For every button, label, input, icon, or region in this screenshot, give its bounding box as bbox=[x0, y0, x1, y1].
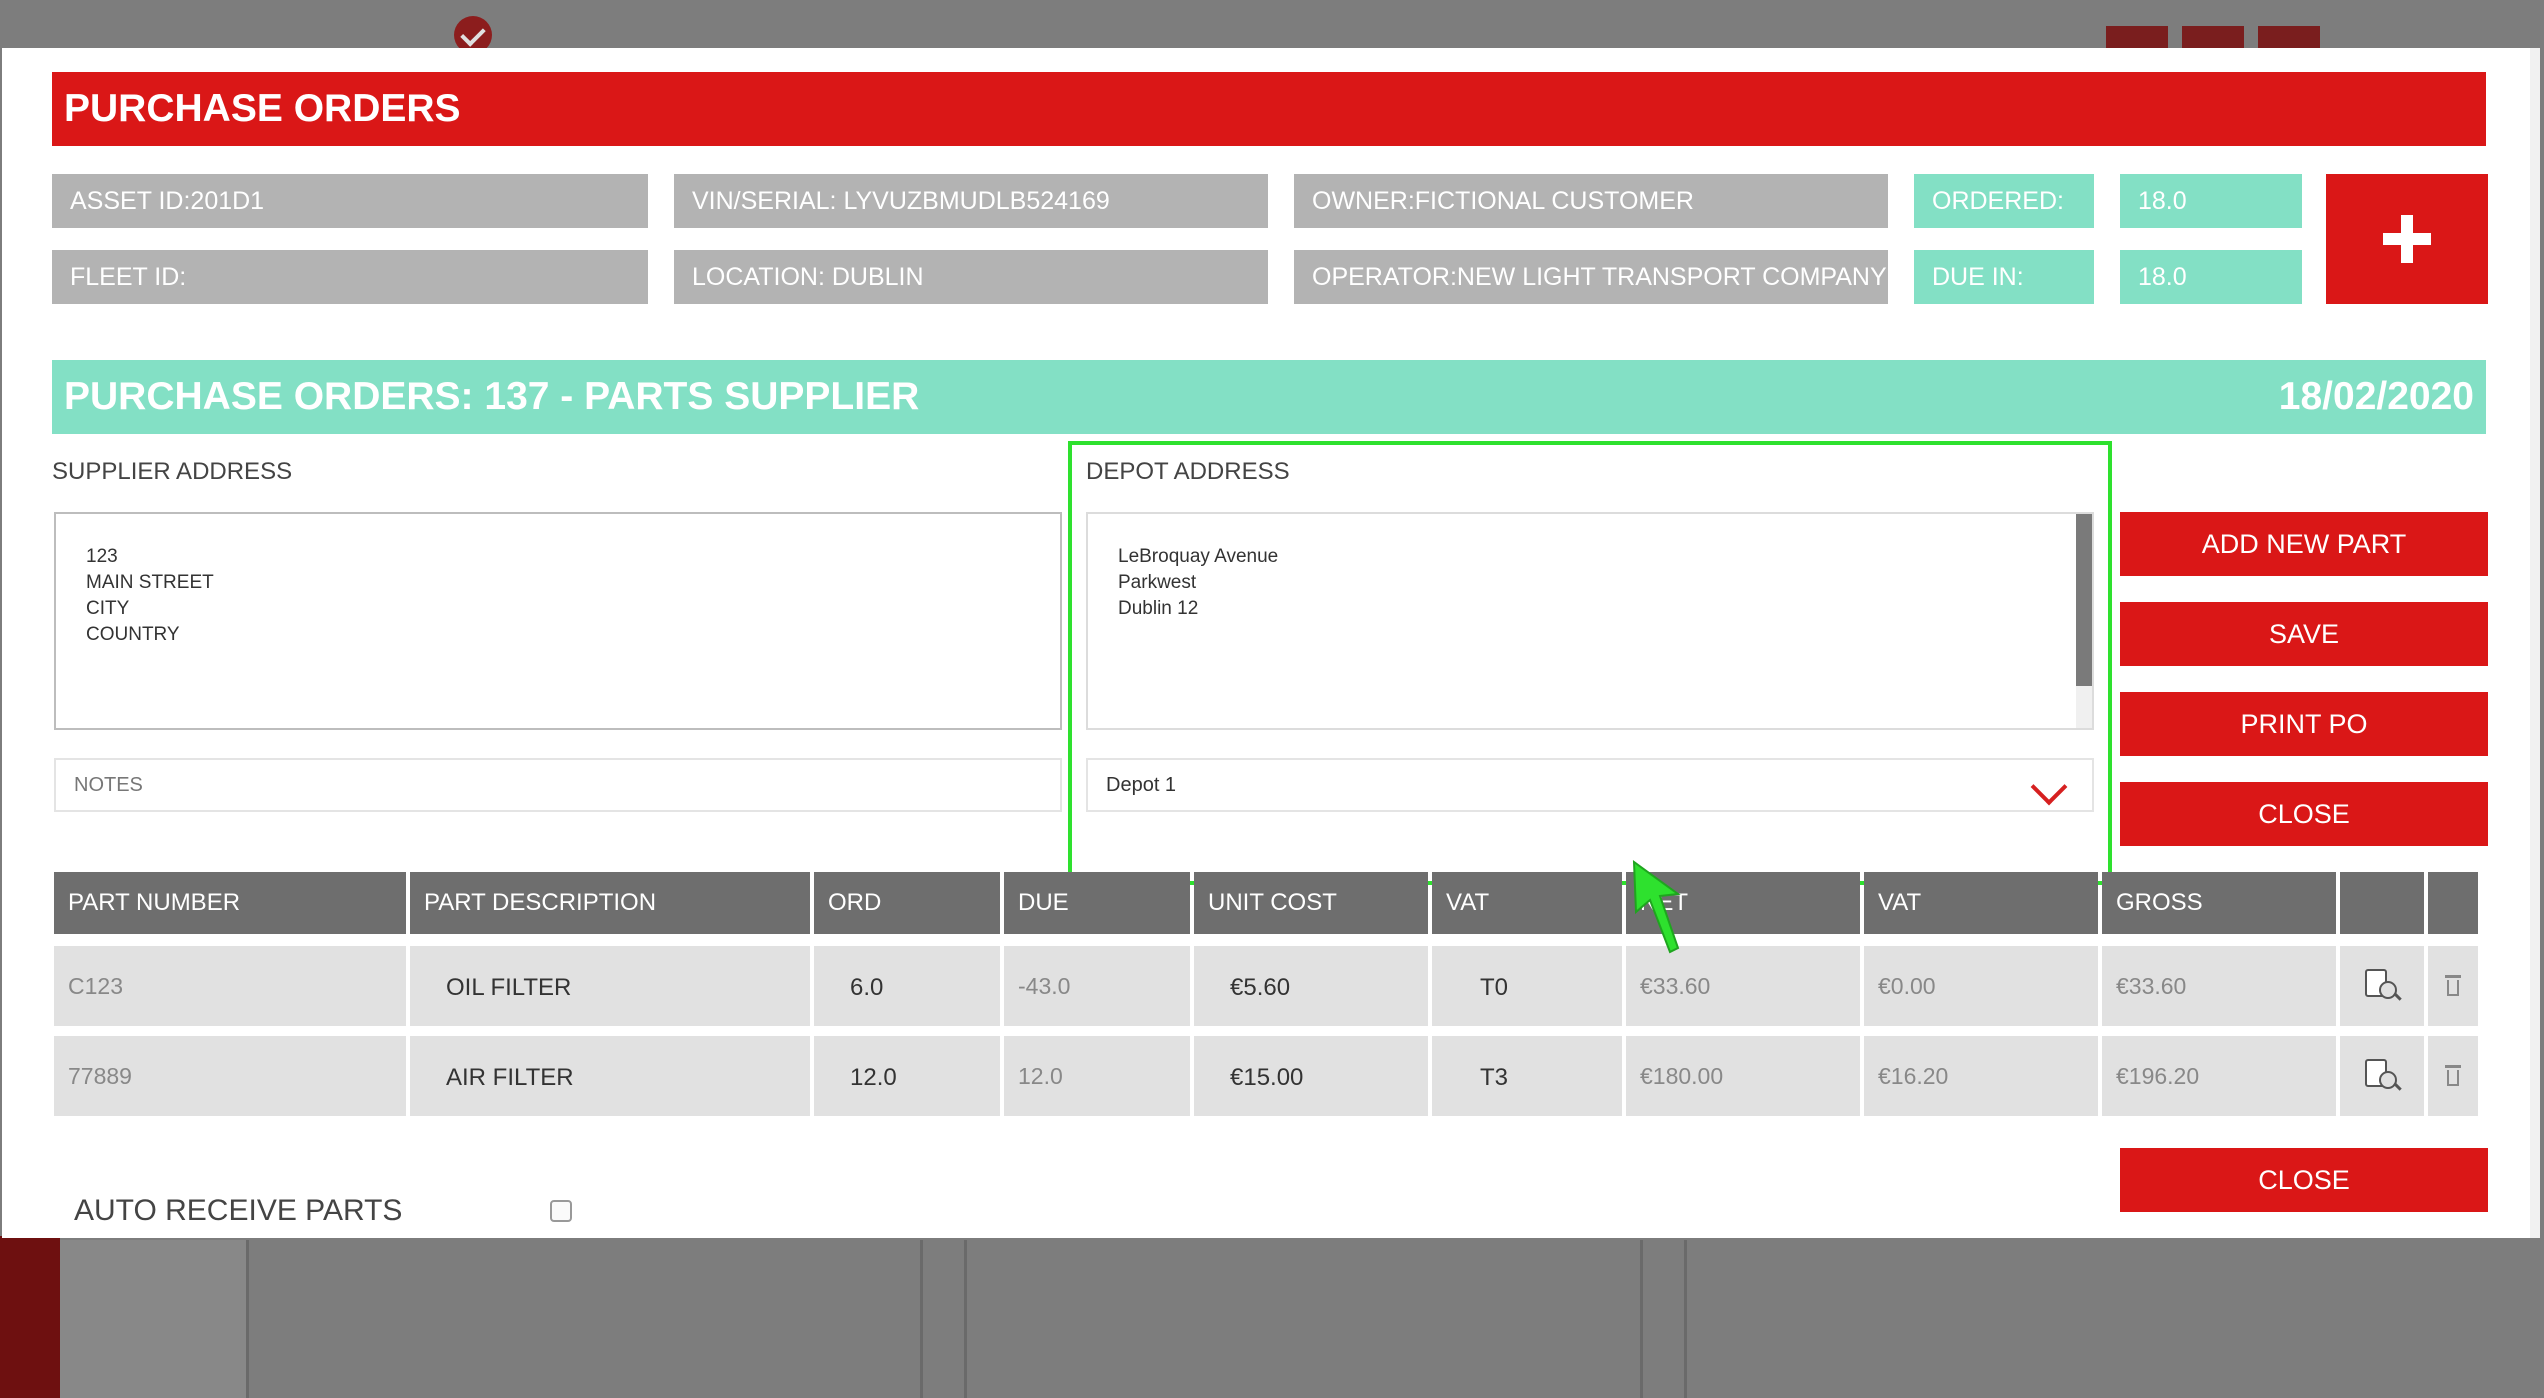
supplier-address-label: SUPPLIER ADDRESS bbox=[52, 458, 293, 485]
depot-select[interactable]: Depot 1 bbox=[1086, 758, 2094, 812]
background-divider bbox=[964, 1240, 967, 1398]
background-divider bbox=[246, 1240, 249, 1398]
column-header-part-description: PART DESCRIPTION bbox=[410, 872, 810, 934]
address-line: COUNTRY bbox=[86, 624, 180, 645]
column-header-vat: VAT bbox=[1864, 872, 2098, 934]
asset-id-field: ASSET ID:201D1 bbox=[52, 174, 648, 228]
cell-vat: €16.20 bbox=[1864, 1036, 2098, 1116]
trash-icon bbox=[2445, 975, 2461, 997]
search-document-icon bbox=[2365, 969, 2402, 1003]
purchase-orders-modal: PURCHASE ORDERS ASSET ID:201D1 VIN/SERIA… bbox=[2, 48, 2540, 1238]
add-purchase-order-button[interactable] bbox=[2326, 174, 2488, 304]
ordered-value: 18.0 bbox=[2120, 174, 2302, 228]
depot-address-scrollbar[interactable] bbox=[2076, 514, 2092, 728]
cell-net: €180.00 bbox=[1626, 1036, 1860, 1116]
home-icon bbox=[2106, 26, 2168, 50]
depot-address-label: DEPOT ADDRESS bbox=[1086, 458, 1290, 485]
close-button[interactable]: CLOSE bbox=[2120, 782, 2488, 846]
scrollbar-thumb[interactable] bbox=[2076, 514, 2092, 686]
column-header-gross: GROSS bbox=[2102, 872, 2336, 934]
ordered-label: ORDERED: bbox=[1914, 174, 2094, 228]
view-part-button[interactable] bbox=[2340, 946, 2424, 1026]
search-document-icon bbox=[2365, 1059, 2402, 1093]
cell-ord[interactable]: 6.0 bbox=[814, 946, 1000, 1026]
column-header-part-number: PART NUMBER bbox=[54, 872, 406, 934]
cell-unit-cost[interactable]: €15.00 bbox=[1194, 1036, 1428, 1116]
cell-part-description: AIR FILTER bbox=[410, 1036, 810, 1116]
po-date: 18/02/2020 bbox=[2278, 375, 2474, 418]
column-header-delete bbox=[2428, 872, 2478, 934]
auto-receive-label: AUTO RECEIVE PARTS bbox=[74, 1194, 403, 1227]
cell-gross: €33.60 bbox=[2102, 946, 2336, 1026]
supplier-address-textarea[interactable]: 123 MAIN STREET CITY COUNTRY bbox=[54, 512, 1062, 730]
trash-icon bbox=[2445, 1065, 2461, 1087]
column-header-ord: ORD bbox=[814, 872, 1000, 934]
address-line: 123 bbox=[86, 546, 118, 567]
view-part-button[interactable] bbox=[2340, 1036, 2424, 1116]
due-in-value: 18.0 bbox=[2120, 250, 2302, 304]
cell-vat: €0.00 bbox=[1864, 946, 2098, 1026]
background-toolbar bbox=[2106, 26, 2322, 50]
column-header-due: DUE bbox=[1004, 872, 1190, 934]
background-sidebar bbox=[0, 1236, 60, 1398]
owner-field: OWNER:FICTIONAL CUSTOMER bbox=[1294, 174, 1888, 228]
add-icon bbox=[2182, 26, 2244, 50]
cell-part-description: OIL FILTER bbox=[410, 946, 810, 1026]
address-line: MAIN STREET bbox=[86, 572, 214, 593]
column-header-unit-cost: UNIT COST bbox=[1194, 872, 1428, 934]
address-line: Parkwest bbox=[1118, 572, 1197, 593]
background-divider bbox=[920, 1240, 923, 1398]
cell-due: -43.0 bbox=[1004, 946, 1190, 1026]
notes-input[interactable]: NOTES bbox=[54, 758, 1062, 812]
cell-due: 12.0 bbox=[1004, 1036, 1190, 1116]
fleet-id-field: FLEET ID: bbox=[52, 250, 648, 304]
location-field: LOCATION: DUBLIN bbox=[674, 250, 1268, 304]
cursor-arrow-icon bbox=[1632, 860, 1681, 954]
cell-unit-cost[interactable]: €5.60 bbox=[1194, 946, 1428, 1026]
delete-part-button[interactable] bbox=[2428, 946, 2478, 1026]
close-button-bottom[interactable]: CLOSE bbox=[2120, 1148, 2488, 1212]
cell-vat-code[interactable]: T3 bbox=[1432, 1036, 1622, 1116]
depot-address-textarea[interactable]: LeBroquay Avenue Parkwest Dublin 12 bbox=[1086, 512, 2094, 730]
background-panel bbox=[60, 1240, 246, 1398]
cell-vat-code[interactable]: T0 bbox=[1432, 946, 1622, 1026]
menu-icon bbox=[2258, 26, 2320, 50]
address-line: LeBroquay Avenue bbox=[1118, 546, 1279, 567]
depot-select-value: Depot 1 bbox=[1106, 774, 1177, 796]
add-new-part-button[interactable]: ADD NEW PART bbox=[2120, 512, 2488, 576]
po-title: PURCHASE ORDERS: 137 - PARTS SUPPLIER bbox=[64, 375, 920, 418]
cell-part-number: 77889 bbox=[54, 1036, 406, 1116]
address-line: CITY bbox=[86, 598, 130, 619]
auto-receive-checkbox[interactable] bbox=[550, 1200, 572, 1222]
column-header-vat-code: VAT bbox=[1432, 872, 1622, 934]
save-button[interactable]: SAVE bbox=[2120, 602, 2488, 666]
modal-title: PURCHASE ORDERS bbox=[52, 72, 2486, 146]
po-header-bar: PURCHASE ORDERS: 137 - PARTS SUPPLIER 18… bbox=[52, 360, 2486, 434]
background-divider bbox=[1640, 1240, 1643, 1398]
print-po-button[interactable]: PRINT PO bbox=[2120, 692, 2488, 756]
background-divider bbox=[1684, 1240, 1687, 1398]
address-line: Dublin 12 bbox=[1118, 598, 1199, 619]
cell-part-number: C123 bbox=[54, 946, 406, 1026]
modal-scrollbar[interactable] bbox=[2530, 48, 2540, 1238]
delete-part-button[interactable] bbox=[2428, 1036, 2478, 1116]
operator-field: OPERATOR:NEW LIGHT TRANSPORT COMPANY bbox=[1294, 250, 1888, 304]
vin-serial-field: VIN/SERIAL: LYVUZBMUDLB524169 bbox=[674, 174, 1268, 228]
column-header-view bbox=[2340, 872, 2424, 934]
due-in-label: DUE IN: bbox=[1914, 250, 2094, 304]
cell-ord[interactable]: 12.0 bbox=[814, 1036, 1000, 1116]
plus-icon bbox=[2383, 215, 2431, 263]
cell-gross: €196.20 bbox=[2102, 1036, 2336, 1116]
chevron-down-icon bbox=[2030, 768, 2068, 806]
